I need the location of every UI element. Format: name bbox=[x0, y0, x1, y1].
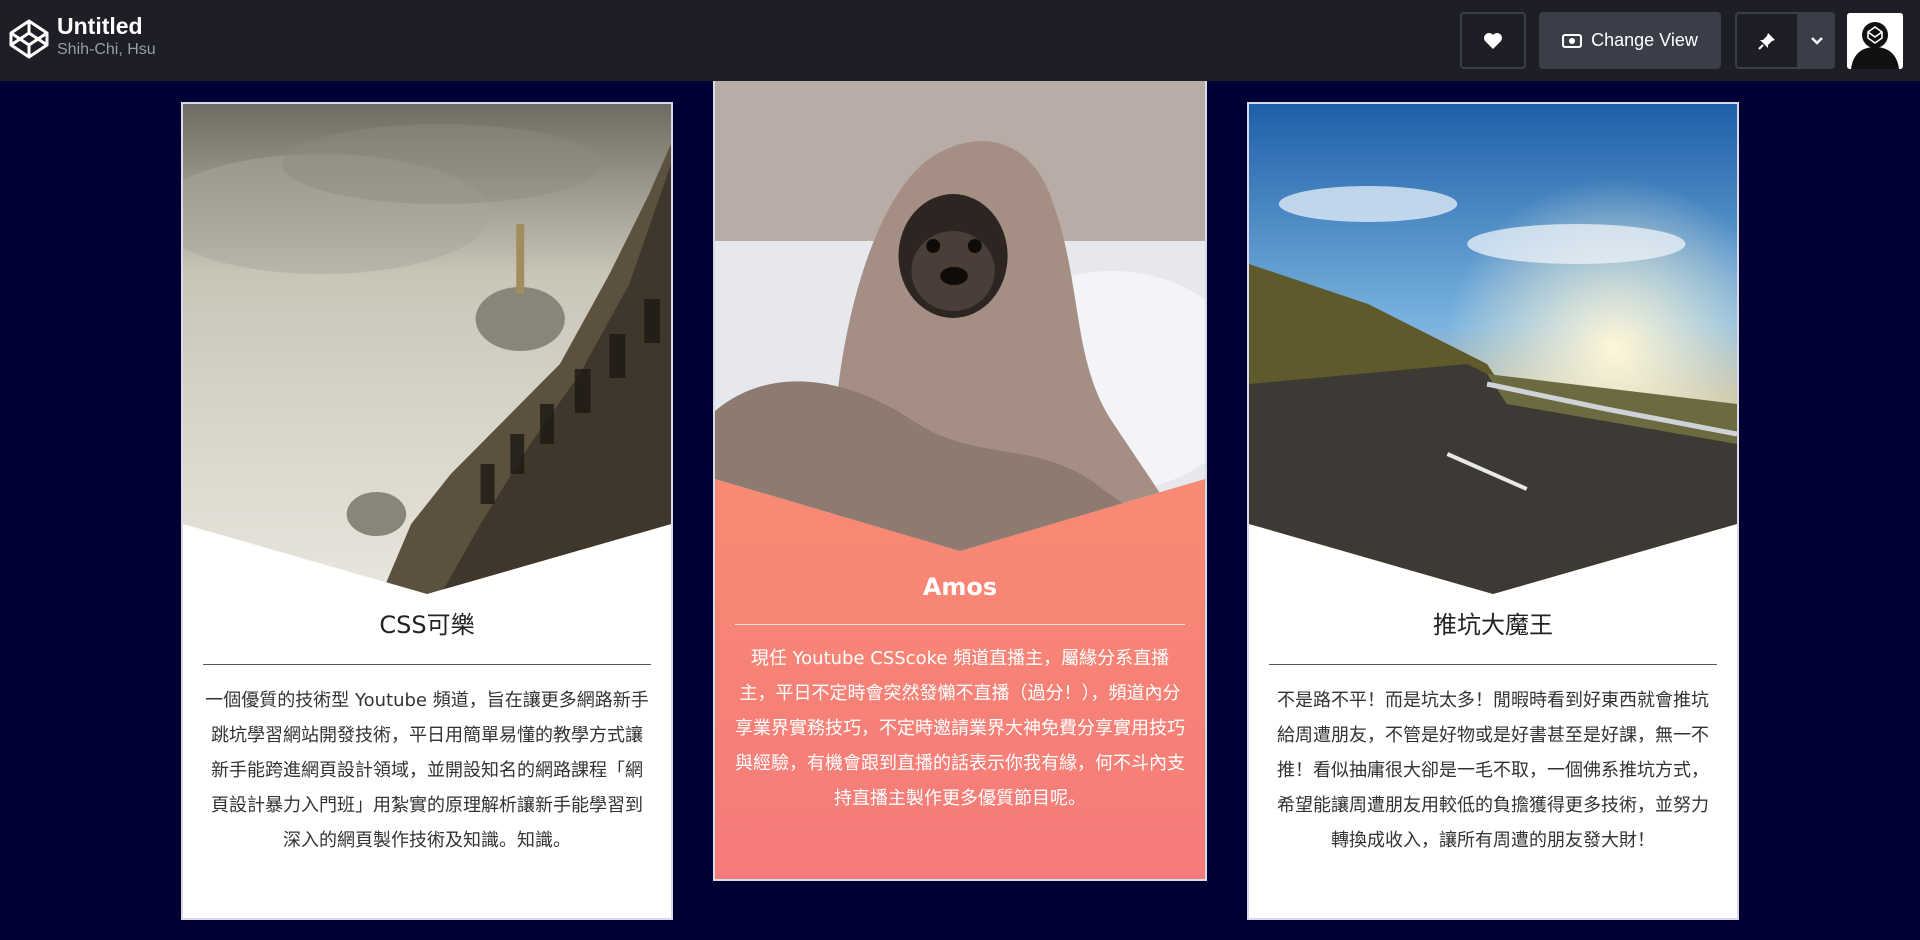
eye-icon bbox=[1562, 33, 1583, 48]
profile-card-amos: Amos 現任 Youtube CSScoke 頻道直播主，屬緣分系直播主，平日… bbox=[713, 81, 1207, 881]
heart-icon bbox=[1484, 32, 1502, 49]
card-body: CSS可樂 一個優質的技術型 Youtube 頻道，旨在讓更多網路新手跳坑學習網… bbox=[183, 604, 671, 858]
change-view-label: Change View bbox=[1591, 30, 1698, 50]
card-body: 推坑大魔王 不是路不平！而是坑太多！閒暇時看到好東西就會推坑給周遭朋友，不管是好… bbox=[1249, 604, 1737, 858]
user-avatar[interactable] bbox=[1847, 13, 1903, 69]
profile-card-recommender: 推坑大魔王 不是路不平！而是坑太多！閒暇時看到好東西就會推坑給周遭朋友，不管是好… bbox=[1247, 102, 1739, 920]
pin-button[interactable] bbox=[1735, 12, 1799, 69]
pin-dropdown-button[interactable] bbox=[1799, 12, 1835, 69]
card-divider bbox=[203, 664, 651, 665]
avatar-image bbox=[1847, 13, 1903, 69]
card-description: 不是路不平！而是坑太多！閒暇時看到好東西就會推坑給周遭朋友，不管是好物或是好書甚… bbox=[1277, 690, 1709, 851]
love-button[interactable] bbox=[1460, 12, 1526, 69]
pen-author[interactable]: Shih-Chi, Hsu bbox=[57, 40, 156, 60]
codepen-logo-icon[interactable] bbox=[8, 18, 50, 60]
card-name: Amos bbox=[922, 573, 998, 601]
pin-icon bbox=[1758, 32, 1775, 50]
pen-header: Untitled Shih-Chi, Hsu Change View bbox=[0, 0, 1920, 81]
pen-title[interactable]: Untitled bbox=[57, 12, 156, 40]
card-photo-road bbox=[1249, 104, 1737, 594]
pen-title-block: Untitled Shih-Chi, Hsu bbox=[57, 12, 156, 60]
card-photo-cathedral bbox=[183, 104, 671, 594]
card-divider bbox=[1269, 664, 1717, 665]
card-name: CSS可樂 bbox=[379, 611, 475, 639]
chevron-down-icon bbox=[1811, 36, 1823, 45]
profile-card-css-coke: CSS可樂 一個優質的技術型 Youtube 頻道，旨在讓更多網路新手跳坑學習網… bbox=[181, 102, 673, 920]
card-photo-pug bbox=[715, 81, 1205, 551]
card-description: 一個優質的技術型 Youtube 頻道，旨在讓更多網路新手跳坑學習網站開發技術，… bbox=[205, 690, 649, 851]
card-description: 現任 Youtube CSScoke 頻道直播主，屬緣分系直播主，平日不定時會突… bbox=[735, 648, 1185, 809]
change-view-button[interactable]: Change View bbox=[1539, 12, 1721, 69]
card-divider bbox=[735, 624, 1185, 625]
card-name: 推坑大魔王 bbox=[1433, 611, 1553, 639]
card-body: Amos 現任 Youtube CSScoke 頻道直播主，屬緣分系直播主，平日… bbox=[715, 566, 1205, 816]
